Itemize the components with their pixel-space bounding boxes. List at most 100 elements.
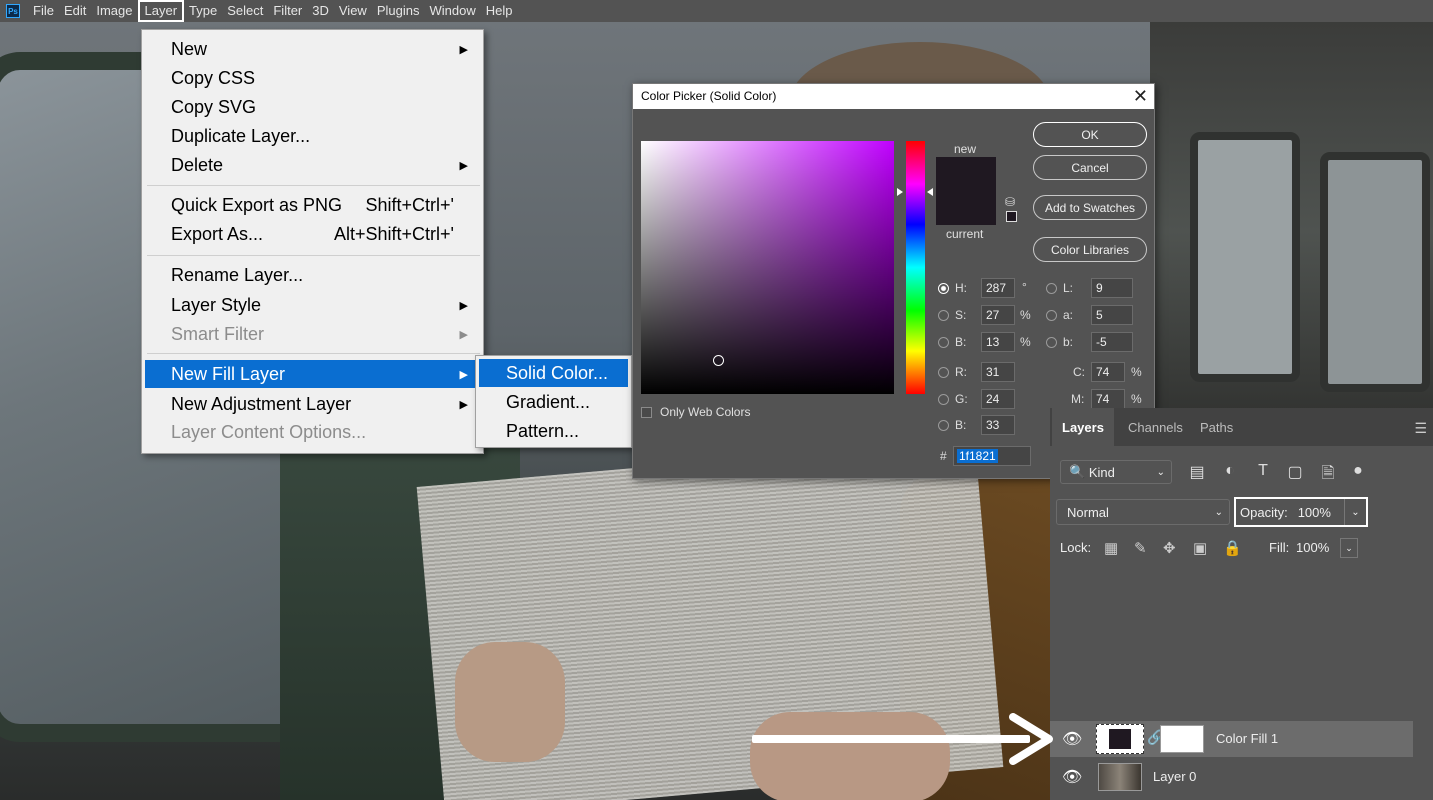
menu-file[interactable]: File [28,0,59,22]
cancel-button[interactable]: Cancel [1033,155,1147,180]
menu-item-rename-layer[interactable]: Rename Layer... [145,261,480,289]
hue-slider[interactable] [906,141,925,394]
menu-item-copy-css[interactable]: Copy CSS [145,64,480,92]
menu-item-layer-style[interactable]: Layer Style ▶ [145,291,480,319]
lock-all-icon[interactable]: 🔒 [1223,539,1242,557]
submenu-item-gradient[interactable]: Gradient... [479,388,628,416]
percent-unit: % [1020,335,1031,349]
menu-item-export-as[interactable]: Export As... Alt+Shift+Ctrl+' [145,220,480,248]
lock-transparency-icon[interactable]: ▦ [1104,539,1118,557]
brightness-radio[interactable]: B: [938,332,966,352]
chevron-down-icon[interactable]: ⌄ [1344,499,1366,525]
green-radio[interactable]: G: [938,389,968,409]
menu-item-new-fill-layer[interactable]: New Fill Layer ▶ [145,360,480,388]
blend-mode-select[interactable]: Normal ⌄ [1056,499,1230,525]
hue-slider-right-handle-icon[interactable] [927,188,933,196]
tab-layers[interactable]: Layers [1052,408,1114,446]
lock-position-icon[interactable]: ✥ [1163,539,1176,557]
cyan-field[interactable]: 74 [1091,362,1125,382]
radio-icon [1046,309,1057,321]
lock-pixels-icon[interactable]: ✎ [1134,539,1147,557]
red-field[interactable]: 31 [981,362,1015,382]
saturation-field[interactable]: 27 [981,305,1015,325]
color-field[interactable] [641,141,894,394]
panel-menu-icon[interactable]: ☰ [1414,420,1427,437]
out-of-gamut-cube-icon[interactable]: ⛁ [1005,195,1015,209]
layer-row-color-fill[interactable]: 👁 🔗 Color Fill 1 [1050,721,1413,757]
web-safe-swatch-icon[interactable] [1006,211,1017,222]
menu-layer[interactable]: Layer [137,0,185,22]
visibility-eye-icon[interactable]: 👁 [1062,767,1082,787]
smart-object-filter-icon[interactable]: 🗎 [1318,462,1338,489]
menu-filter[interactable]: Filter [268,0,307,22]
saturation-radio[interactable]: S: [938,305,966,325]
fill-value[interactable]: 100% [1296,540,1329,555]
hue-field[interactable]: 287 [981,278,1015,298]
add-to-swatches-button[interactable]: Add to Swatches [1033,195,1147,220]
menu-item-delete[interactable]: Delete ▶ [145,151,480,179]
menu-item-duplicate-layer[interactable]: Duplicate Layer... [145,122,480,150]
shortcut-label: Shift+Ctrl+' [365,194,454,215]
blend-row: Normal ⌄ Opacity: 100% ⌄ [1050,497,1433,527]
hue-slider-left-handle-icon[interactable] [897,188,903,196]
opacity-control[interactable]: Opacity: 100% ⌄ [1234,497,1368,527]
menu-item-new-adjustment-layer[interactable]: New Adjustment Layer ▶ [145,390,480,418]
tab-channels[interactable]: Channels [1118,408,1193,446]
submenu-arrow-icon: ▶ [459,368,468,381]
red-radio[interactable]: R: [938,362,967,382]
shape-filter-icon[interactable]: ▢ [1285,462,1305,482]
close-icon[interactable]: ✕ [1133,84,1148,108]
only-web-colors-checkbox[interactable]: Only Web Colors [641,405,750,419]
color-libraries-button[interactable]: Color Libraries [1033,237,1147,262]
fill-layer-thumbnail[interactable] [1096,724,1144,754]
opacity-label: Opacity: [1240,504,1288,520]
menu-help[interactable]: Help [481,0,518,22]
menu-select[interactable]: Select [222,0,268,22]
blue-radio[interactable]: B: [938,415,966,435]
green-field[interactable]: 24 [981,389,1015,409]
menu-item-quick-export-png[interactable]: Quick Export as PNG Shift+Ctrl+' [145,191,480,219]
menu-plugins[interactable]: Plugins [372,0,425,22]
blue-field[interactable]: 33 [981,415,1015,435]
percent-unit: % [1020,308,1031,322]
tab-paths[interactable]: Paths [1190,408,1243,446]
filter-kind-select[interactable]: 🔍 Kind ⌄ [1060,460,1172,484]
menu-window[interactable]: Window [424,0,480,22]
submenu-item-pattern[interactable]: Pattern... [479,417,628,445]
chevron-down-icon[interactable]: ⌄ [1340,538,1358,558]
menu-type[interactable]: Type [184,0,222,22]
menu-edit[interactable]: Edit [59,0,91,22]
menu-3d[interactable]: 3D [307,0,334,22]
current-color-swatch[interactable] [936,191,996,225]
menu-image[interactable]: Image [91,0,137,22]
adjustment-filter-icon[interactable]: ◐ [1220,462,1240,480]
menu-item-new[interactable]: New ▶ [145,35,480,63]
layer-row-layer-0[interactable]: 👁 Layer 0 [1050,759,1413,795]
pixel-filter-icon[interactable]: ▤ [1187,462,1207,482]
magenta-field[interactable]: 74 [1091,389,1125,409]
layer-name[interactable]: Color Fill 1 [1216,731,1278,746]
filter-toggle-icon[interactable]: ● [1348,462,1368,480]
layer-mask-thumbnail[interactable] [1160,725,1204,753]
b-channel-radio[interactable]: b: [1046,332,1073,352]
hex-field[interactable]: 1f1821 [953,446,1031,466]
layer-name[interactable]: Layer 0 [1153,769,1196,784]
lightness-radio[interactable]: L: [1046,278,1073,298]
submenu-item-solid-color[interactable]: Solid Color... [479,359,628,387]
hue-radio[interactable]: H: [938,278,967,298]
lightness-field[interactable]: 9 [1091,278,1133,298]
image-layer-thumbnail[interactable] [1098,763,1142,791]
a-channel-radio[interactable]: a: [1046,305,1073,325]
menu-item-copy-svg[interactable]: Copy SVG [145,93,480,121]
b-channel-field[interactable]: -5 [1091,332,1133,352]
opacity-value[interactable]: 100% [1298,505,1331,520]
color-field-cursor[interactable] [713,355,724,366]
menu-view[interactable]: View [334,0,372,22]
brightness-field[interactable]: 13 [981,332,1015,352]
type-filter-icon[interactable]: T [1253,462,1273,480]
visibility-eye-icon[interactable]: 👁 [1062,729,1082,749]
lock-artboard-icon[interactable]: ▣ [1193,539,1207,557]
ok-button[interactable]: OK [1033,122,1147,147]
chevron-down-icon: ⌄ [1156,466,1165,478]
a-channel-field[interactable]: 5 [1091,305,1133,325]
